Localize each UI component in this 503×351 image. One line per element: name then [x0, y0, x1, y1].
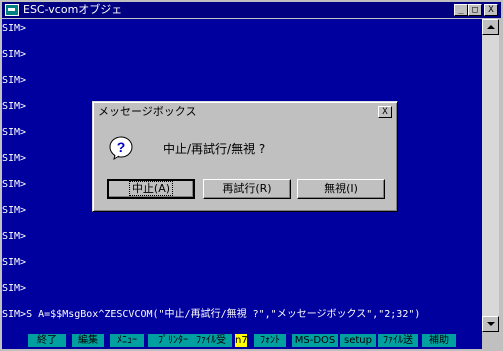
terminal-line: SIM>: [2, 231, 27, 242]
close-button[interactable]: X: [484, 4, 498, 16]
arrow-up-icon: [487, 25, 495, 29]
ignore-button[interactable]: 無視(I): [297, 179, 385, 199]
svg-text:?: ?: [117, 139, 126, 155]
dialog-message: 中止/再試行/無視 ?: [163, 142, 266, 156]
fkey-edit[interactable]: 編集: [72, 334, 104, 347]
fkey-ms-dos[interactable]: MS-DOS: [292, 334, 338, 347]
question-icon: ?: [109, 136, 133, 160]
fkey-setup[interactable]: setup: [340, 334, 376, 347]
app-icon[interactable]: [5, 4, 19, 16]
message-box-dialog: メッセージボックス X ? 中止/再試行/無視 ? 中止(A) 再試行(R) 無…: [92, 101, 398, 212]
terminal-line: SIM>: [2, 257, 27, 268]
retry-button[interactable]: 再試行(R): [203, 179, 291, 199]
abort-button-label: 中止(A): [128, 181, 174, 196]
scroll-track[interactable]: [482, 35, 499, 316]
fkey-aux[interactable]: 補助: [422, 334, 456, 347]
terminal-line: SIM>: [2, 127, 27, 138]
fkey-menu[interactable]: ﾒﾆｭｰ: [110, 334, 144, 347]
terminal-line: SIM>: [2, 153, 27, 164]
terminal-line: SIM>: [2, 101, 27, 112]
terminal-command-line: SIM>S A=$$MsgBox^ZESCVCOM("中止/再試行/無視 ?",…: [2, 309, 421, 320]
title-bar[interactable]: ESC-vcomオブジェ _ □ X: [2, 2, 501, 18]
fkey-font[interactable]: ﾌｫﾝﾄ: [254, 334, 286, 347]
arrow-down-icon: [487, 322, 495, 326]
dialog-close-button[interactable]: X: [378, 106, 392, 118]
terminal-line: SIM>: [2, 75, 27, 86]
terminal-line: SIM>: [2, 23, 27, 34]
dialog-title: メッセージボックス: [98, 105, 197, 118]
terminal-line: SIM>: [2, 205, 27, 216]
vertical-scrollbar[interactable]: [482, 19, 499, 332]
terminal-line: SIM>: [2, 179, 27, 190]
abort-button[interactable]: 中止(A): [107, 179, 195, 199]
terminal-line: SIM>: [2, 49, 27, 60]
app-window: ESC-vcomオブジェ _ □ X SIM> SIM> SIM> SIM> S…: [0, 0, 503, 351]
dialog-title-bar[interactable]: メッセージボックス X: [95, 104, 395, 120]
scroll-down-button[interactable]: [482, 316, 499, 332]
fkey-file-send[interactable]: ﾌｧｲﾙ送: [378, 334, 418, 347]
terminal-line: SIM>: [2, 283, 27, 294]
fkey-n7[interactable]: n7: [235, 334, 247, 347]
maximize-button[interactable]: □: [468, 4, 482, 16]
fkey-file-recv[interactable]: ﾌｧｲﾙ受: [190, 334, 232, 347]
window-title: ESC-vcomオブジェ: [23, 3, 123, 16]
function-key-bar: 終了 編集 ﾒﾆｭｰ ﾌﾟﾘﾝﾀｰ ﾌｧｲﾙ受 n7 ﾌｫﾝﾄ MS-DOS s…: [2, 332, 482, 349]
minimize-button[interactable]: _: [454, 4, 468, 16]
fkey-exit[interactable]: 終了: [28, 334, 66, 347]
scroll-up-button[interactable]: [482, 19, 499, 35]
